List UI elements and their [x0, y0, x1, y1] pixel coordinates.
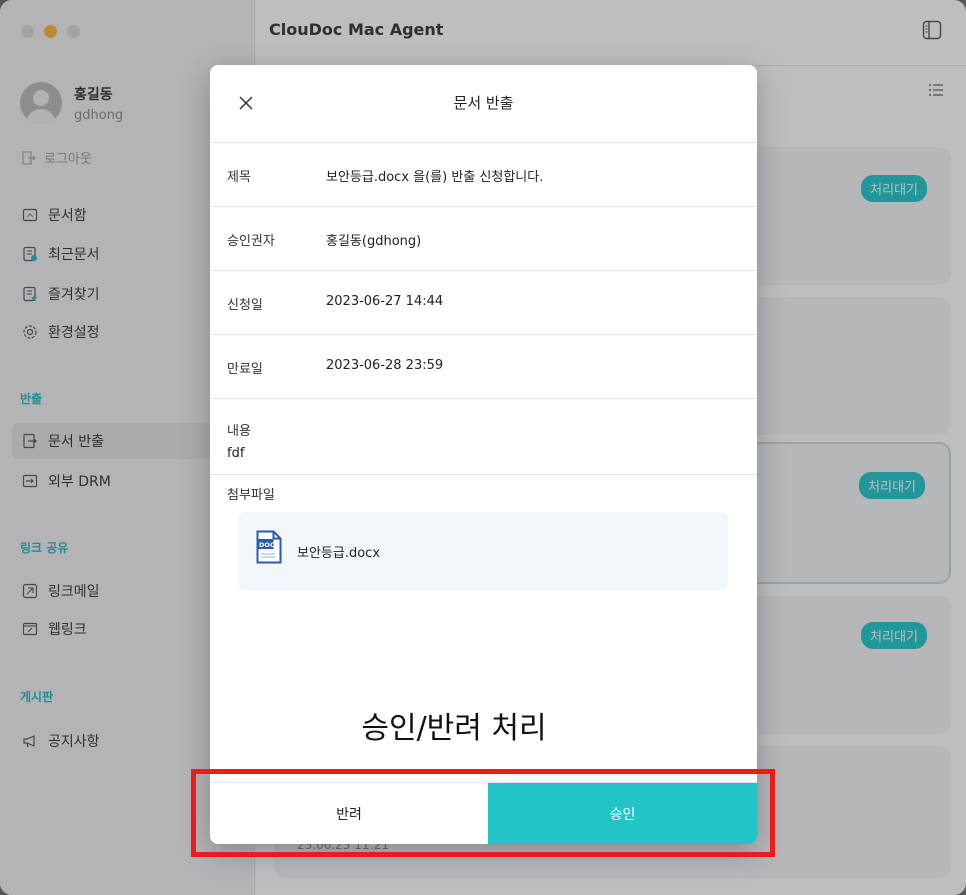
attachment-label: 첨부파일 — [227, 488, 275, 503]
field-value: 2023-06-27 14:44 — [326, 294, 444, 309]
dialog-title: 문서 반출 — [453, 94, 514, 112]
field-label: 신청일 — [227, 298, 263, 313]
field-label: 승인권자 — [227, 234, 275, 249]
dialog-header: 문서 반출 — [210, 65, 757, 143]
field-row-expiry-date: 만료일 2023-06-28 23:59 — [210, 335, 757, 399]
field-value: 홍길동(gdhong) — [326, 234, 422, 249]
field-row-title: 제목 보안등급.docx 을(를) 반출 신청합니다. — [210, 143, 757, 207]
svg-text:DOC: DOC — [259, 541, 275, 549]
attachment-item[interactable]: DOC 보안등급.docx — [238, 512, 728, 590]
field-label: 만료일 — [227, 362, 263, 377]
doc-file-icon: DOC — [256, 530, 282, 568]
annotation-callout: 승인/반려 처리 — [307, 692, 601, 758]
field-row-content: 내용 fdf — [210, 399, 757, 475]
annotation-highlight-box — [191, 769, 775, 857]
field-value: 2023-06-28 23:59 — [326, 358, 444, 373]
field-value: fdf — [227, 446, 245, 461]
field-row-request-date: 신청일 2023-06-27 14:44 — [210, 271, 757, 335]
attachment-name: 보안등급.docx — [297, 546, 381, 561]
field-value: 보안등급.docx 을(를) 반출 신청합니다. — [326, 170, 544, 185]
field-label: 내용 — [227, 424, 251, 439]
field-label: 제목 — [227, 170, 251, 185]
field-row-approver: 승인권자 홍길동(gdhong) — [210, 207, 757, 271]
